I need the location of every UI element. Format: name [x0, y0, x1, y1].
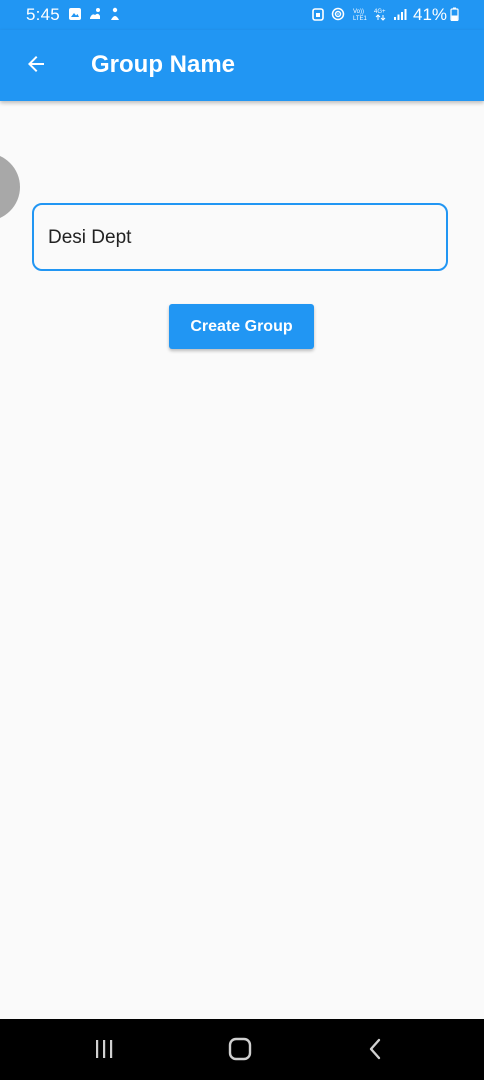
- status-time: 5:45: [26, 5, 60, 24]
- app-bar: Group Name: [0, 30, 484, 101]
- create-group-button[interactable]: Create Group: [169, 304, 314, 349]
- system-back-button[interactable]: [356, 1031, 396, 1067]
- signal-icon: [394, 9, 407, 20]
- group-name-value[interactable]: Desi Dept: [48, 227, 131, 249]
- back-icon: [369, 1038, 381, 1060]
- svg-text:Vo)): Vo)): [353, 9, 364, 15]
- system-nav-bar: [0, 1019, 484, 1080]
- volte-icon: Vo)) LTE1: [353, 9, 368, 21]
- alarm-icon: [312, 8, 324, 21]
- group-avatar[interactable]: [0, 153, 20, 221]
- recent-apps-button[interactable]: [84, 1031, 124, 1067]
- home-icon: [228, 1037, 252, 1061]
- page-title: Group Name: [91, 51, 236, 78]
- back-button[interactable]: [16, 44, 56, 84]
- group-name-field[interactable]: Desi Dept: [32, 203, 448, 271]
- gallery-icon: [69, 8, 81, 20]
- recent-apps-icon: [96, 1040, 113, 1058]
- person-icon: [111, 7, 119, 20]
- screen: 5:45 Vo)) LTE1 4G+ 41% Group Name Desi D…: [0, 0, 484, 1080]
- hotspot-icon: [331, 7, 345, 21]
- battery-percent: 41%: [413, 5, 448, 24]
- home-button[interactable]: [220, 1031, 260, 1067]
- svg-text:4G+: 4G+: [374, 9, 386, 15]
- 4g-icon: 4G+: [374, 9, 386, 21]
- svg-text:LTE1: LTE1: [353, 16, 368, 21]
- status-bar: 5:45 Vo)) LTE1 4G+ 41%: [0, 0, 484, 30]
- hands-icon: [90, 8, 100, 19]
- battery-icon: [450, 7, 459, 21]
- arrow-left-icon: [28, 56, 44, 72]
